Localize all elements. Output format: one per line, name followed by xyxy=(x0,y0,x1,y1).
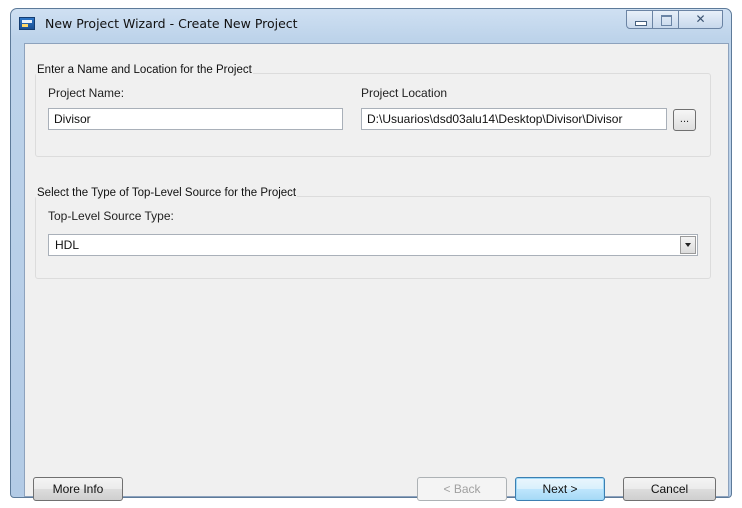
app-icon xyxy=(19,17,35,30)
maximize-icon xyxy=(661,15,672,26)
close-icon: ✕ xyxy=(695,12,706,26)
caption-buttons: ✕ xyxy=(626,10,723,30)
minimize-button[interactable] xyxy=(626,10,653,29)
next-button[interactable]: Next > xyxy=(515,477,605,501)
close-button[interactable]: ✕ xyxy=(679,10,723,29)
project-location-input[interactable]: D:\Usuarios\dsd03alu14\Desktop\Divisor\D… xyxy=(361,108,667,130)
project-name-label: Project Name: xyxy=(48,86,125,100)
window-title: New Project Wizard - Create New Project xyxy=(45,16,298,31)
project-location-label: Project Location xyxy=(361,86,448,100)
name-location-legend: Enter a Name and Location for the Projec… xyxy=(36,64,253,76)
chevron-down-icon[interactable] xyxy=(680,236,696,254)
minimize-icon xyxy=(635,21,647,26)
maximize-button[interactable] xyxy=(653,10,679,29)
dialog-body: Enter a Name and Location for the Projec… xyxy=(24,43,729,501)
source-type-label: Top-Level Source Type: xyxy=(48,209,174,223)
wizard-window: New Project Wizard - Create New Project … xyxy=(10,8,732,501)
more-info-button[interactable]: More Info xyxy=(33,477,123,501)
source-type-value: HDL xyxy=(55,238,80,252)
back-button[interactable]: < Back xyxy=(417,477,507,501)
project-name-input[interactable]: Divisor xyxy=(48,108,343,130)
source-type-legend: Select the Type of Top-Level Source for … xyxy=(36,187,298,199)
browse-button[interactable]: ... xyxy=(673,109,696,131)
source-type-select[interactable]: HDL xyxy=(48,234,698,256)
cancel-button[interactable]: Cancel xyxy=(623,477,716,501)
